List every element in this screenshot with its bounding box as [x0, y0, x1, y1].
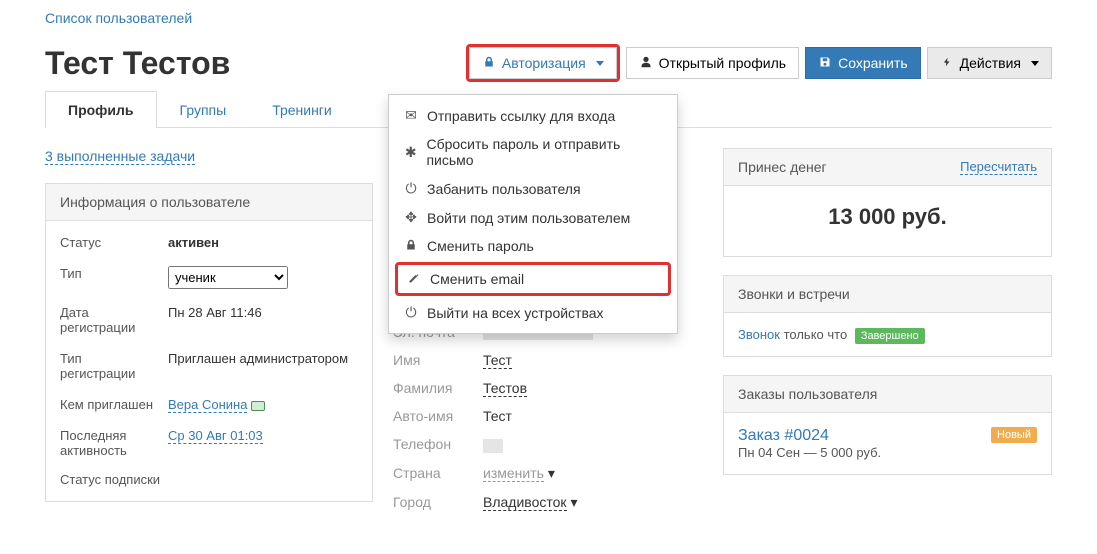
lock-icon — [403, 238, 419, 254]
envelope-icon: ✉ — [403, 107, 419, 124]
open-profile-button[interactable]: Открытый профиль — [626, 47, 799, 79]
bolt-icon — [940, 55, 954, 71]
contact-country-editable[interactable]: изменить — [483, 465, 544, 482]
move-icon: ✥ — [403, 209, 419, 226]
auth-button-label: Авторизация — [502, 55, 586, 71]
order-status-badge: Новый — [991, 427, 1037, 443]
sub-status-label: Статус подписки — [60, 472, 358, 487]
last-activity-link[interactable]: Ср 30 Авг 01:03 — [168, 428, 263, 444]
reg-type-value: Приглашен администратором — [168, 351, 358, 381]
tab-groups[interactable]: Группы — [157, 91, 250, 128]
contact-lname-label: Фамилия — [393, 380, 473, 396]
orders-panel: Заказы пользователя Заказ #0024 Пн 04 Се… — [723, 375, 1052, 475]
contact-fname-editable[interactable]: Тест — [483, 352, 512, 369]
completed-tasks-link[interactable]: 3 выполненные задачи — [45, 148, 195, 165]
user-icon — [639, 55, 653, 71]
highlight-change-email: Сменить email — [395, 262, 671, 296]
money-panel-title: Принес денег — [738, 159, 827, 175]
contact-country-label: Страна — [393, 465, 473, 482]
asterisk-icon: ✱ — [403, 144, 418, 161]
contact-lname-editable[interactable]: Тестов — [483, 380, 527, 397]
type-select[interactable]: ученик — [168, 266, 288, 289]
menu-item-change-email[interactable]: Сменить email — [406, 269, 660, 289]
lock-icon — [482, 55, 496, 71]
breadcrumb-users-link[interactable]: Список пользователей — [45, 10, 192, 26]
calls-panel-title: Звонки и встречи — [724, 276, 1051, 313]
invited-by-link[interactable]: Вера Сонина — [168, 397, 247, 413]
menu-item-change-password[interactable]: Сменить пароль — [389, 232, 677, 260]
menu-item-login-as[interactable]: ✥ Войти под этим пользователем — [389, 203, 677, 232]
money-panel: Принес денег Пересчитать 13 000 руб. — [723, 148, 1052, 257]
call-time: только что — [784, 327, 848, 342]
order-link[interactable]: Заказ #0024 — [738, 427, 829, 444]
edit-icon — [406, 271, 422, 287]
auth-dropdown-button[interactable]: Авторизация — [469, 47, 617, 79]
calls-panel: Звонки и встречи Звонок только что Завер… — [723, 275, 1052, 357]
call-link[interactable]: Звонок — [738, 327, 780, 342]
save-button[interactable]: Сохранить — [805, 47, 921, 79]
caret-down-icon — [1031, 61, 1039, 66]
status-label: Статус — [60, 235, 160, 250]
auth-dropdown-menu: ✉ Отправить ссылку для входа ✱ Сбросить … — [388, 94, 678, 334]
user-info-panel: Информация о пользователе Статус активен… — [45, 183, 373, 502]
orders-panel-title: Заказы пользователя — [724, 376, 1051, 413]
user-info-title: Информация о пользователе — [46, 184, 372, 221]
contact-fname-label: Имя — [393, 352, 473, 368]
actions-label: Действия — [960, 55, 1021, 71]
reg-date-label: Дата регистрации — [60, 305, 160, 335]
contact-autoname-label: Авто-имя — [393, 408, 473, 424]
contact-phone-hidden — [483, 439, 503, 453]
card-badge-icon — [251, 401, 265, 411]
last-activity-label: Последняя активность — [60, 428, 160, 458]
invited-by-label: Кем приглашен — [60, 397, 160, 412]
reg-type-label: Тип регистрации — [60, 351, 160, 381]
caret-down-icon: ▾ — [571, 494, 578, 511]
menu-item-reset-password[interactable]: ✱ Сбросить пароль и отправить письмо — [389, 130, 677, 174]
recalc-link[interactable]: Пересчитать — [960, 159, 1037, 175]
contact-autoname-value: Тест — [483, 408, 703, 424]
money-amount: 13 000 руб. — [738, 200, 1037, 242]
caret-down-icon — [596, 61, 604, 66]
call-status-badge: Завершено — [855, 328, 925, 344]
menu-item-logout-all[interactable]: ⏻ Выйти на всех устройствах — [389, 298, 677, 327]
order-date: Пн 04 Сен — 5 000 руб. — [738, 445, 881, 460]
tab-profile[interactable]: Профиль — [45, 91, 157, 128]
contact-city-label: Город — [393, 494, 473, 511]
open-profile-label: Открытый профиль — [659, 55, 786, 71]
menu-item-ban-user[interactable]: ⏻ Забанить пользователя — [389, 174, 677, 203]
type-label: Тип — [60, 266, 160, 289]
power-icon: ⏻ — [403, 304, 419, 321]
menu-item-send-login-link[interactable]: ✉ Отправить ссылку для входа — [389, 101, 677, 130]
power-icon: ⏻ — [403, 180, 419, 197]
contact-phone-label: Телефон — [393, 436, 473, 452]
tab-trainings[interactable]: Тренинги — [249, 91, 355, 128]
save-icon — [818, 55, 832, 71]
highlight-auth-button: Авторизация — [466, 44, 620, 82]
actions-dropdown-button[interactable]: Действия — [927, 47, 1052, 79]
contact-city-editable[interactable]: Владивосток — [483, 494, 567, 511]
page-title: Тест Тестов — [45, 45, 466, 82]
status-value: активен — [168, 235, 219, 250]
caret-down-icon: ▾ — [548, 465, 555, 482]
reg-date-value: Пн 28 Авг 11:46 — [168, 305, 358, 335]
save-label: Сохранить — [838, 55, 908, 71]
